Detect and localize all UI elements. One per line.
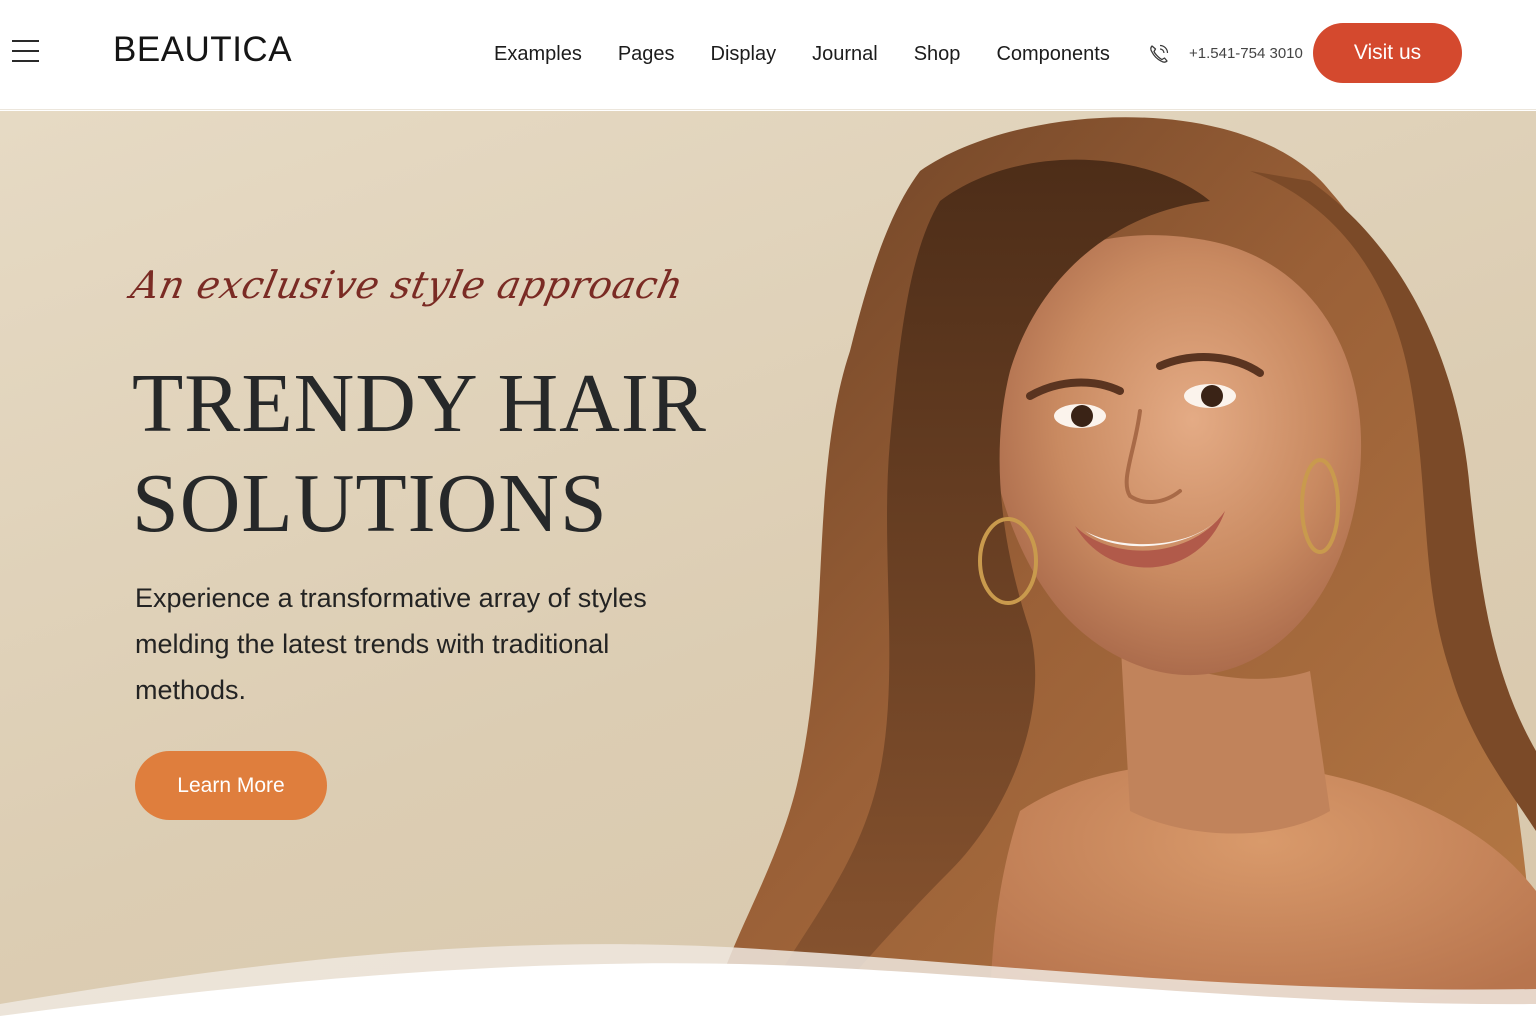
nav-item-examples[interactable]: Examples [476,40,600,68]
learn-more-button[interactable]: Learn More [135,751,327,820]
hamburger-menu-icon[interactable] [12,38,40,64]
hero-headline-line-2: SOLUTIONS [132,457,608,550]
script-tagline: An exclusive style approach [127,263,688,307]
phone-icon [1150,44,1169,63]
site-logo[interactable]: BEAUTICA [113,30,292,70]
hero-headline: TRENDY HAIR SOLUTIONS [132,354,707,554]
main-nav: Examples Pages Display Journal Shop Comp… [476,40,1128,68]
nav-item-display[interactable]: Display [693,40,795,68]
site-header: BEAUTICA Examples Pages Display Journal … [0,0,1536,110]
nav-item-shop[interactable]: Shop [896,40,979,68]
nav-item-components[interactable]: Components [978,40,1127,68]
bottom-wave-divider [0,944,1536,1024]
hero-portrait-image [710,117,1536,1024]
hero-headline-line-1: TRENDY HAIR [132,357,707,450]
hero-description: Experience a transformative array of sty… [135,583,647,705]
visit-us-button[interactable]: Visit us [1313,23,1462,83]
nav-item-journal[interactable]: Journal [794,40,896,68]
phone-number[interactable]: +1.541-754 3010 [1189,45,1303,63]
nav-item-pages[interactable]: Pages [600,40,693,68]
hero-section: An exclusive style approach TRENDY HAIR … [0,111,1536,1024]
